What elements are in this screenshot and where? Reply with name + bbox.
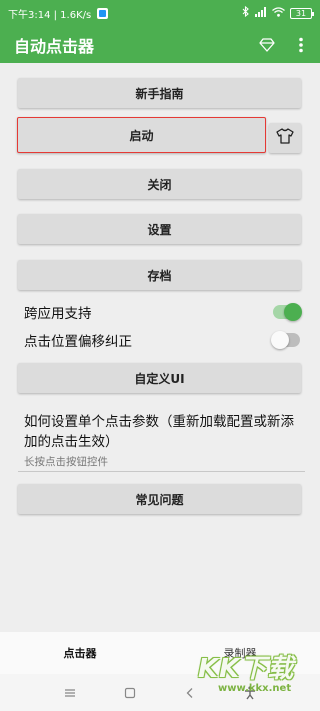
toggle-knob: [284, 303, 302, 321]
watermark-text: KK下载: [198, 654, 295, 684]
custom-ui-button[interactable]: 自定义UI: [18, 363, 301, 393]
shirt-icon: [276, 128, 294, 148]
app-title: 自动点击器: [14, 36, 95, 56]
faq-button[interactable]: 常见问题: [18, 484, 301, 514]
start-button[interactable]: 启动: [17, 117, 266, 153]
divider: [18, 471, 305, 472]
more-vertical-icon[interactable]: [292, 36, 310, 54]
skin-button[interactable]: [269, 123, 301, 153]
status-bar: 下午3:14 | 1.6K/s 31: [0, 0, 320, 26]
guide-button[interactable]: 新手指南: [18, 78, 301, 108]
offset-correction-label: 点击位置偏移纠正: [24, 334, 132, 350]
bluetooth-icon: [242, 5, 250, 20]
diamond-icon[interactable]: [258, 36, 276, 54]
back-icon[interactable]: [180, 683, 200, 703]
menu-icon[interactable]: [60, 683, 80, 703]
kk-watermark-logo: KK下载 www.kkx.net: [198, 648, 318, 708]
cross-app-support-row: 跨应用支持: [24, 300, 302, 324]
tab-clicker[interactable]: 点击器: [0, 645, 160, 661]
cross-app-support-toggle[interactable]: [273, 303, 302, 321]
offset-correction-toggle[interactable]: [271, 331, 300, 349]
app-bar: 自动点击器: [0, 26, 320, 63]
signal-icon: [255, 6, 267, 20]
close-button[interactable]: 关闭: [18, 169, 301, 199]
status-time-speed: 下午3:14 | 1.6K/s: [8, 9, 92, 21]
help-subtitle: 长按点击按钮控件: [24, 456, 108, 468]
watermark-url: www.kkx.net: [218, 683, 292, 694]
help-title: 如何设置单个点击参数（重新加载配置或新添加的点击生效）: [24, 414, 294, 450]
app-notification-icon: [97, 7, 109, 19]
offset-correction-row: 点击位置偏移纠正: [24, 328, 300, 352]
battery-indicator: 31: [290, 7, 314, 19]
cross-app-support-label: 跨应用支持: [24, 306, 92, 322]
settings-button[interactable]: 设置: [18, 214, 301, 244]
home-icon[interactable]: [120, 683, 140, 703]
wifi-icon: [272, 6, 285, 20]
toggle-knob: [271, 331, 289, 349]
help-item[interactable]: 如何设置单个点击参数（重新加载配置或新添加的点击生效） 长按点击按钮控件: [24, 412, 306, 469]
archive-button[interactable]: 存档: [18, 260, 301, 290]
